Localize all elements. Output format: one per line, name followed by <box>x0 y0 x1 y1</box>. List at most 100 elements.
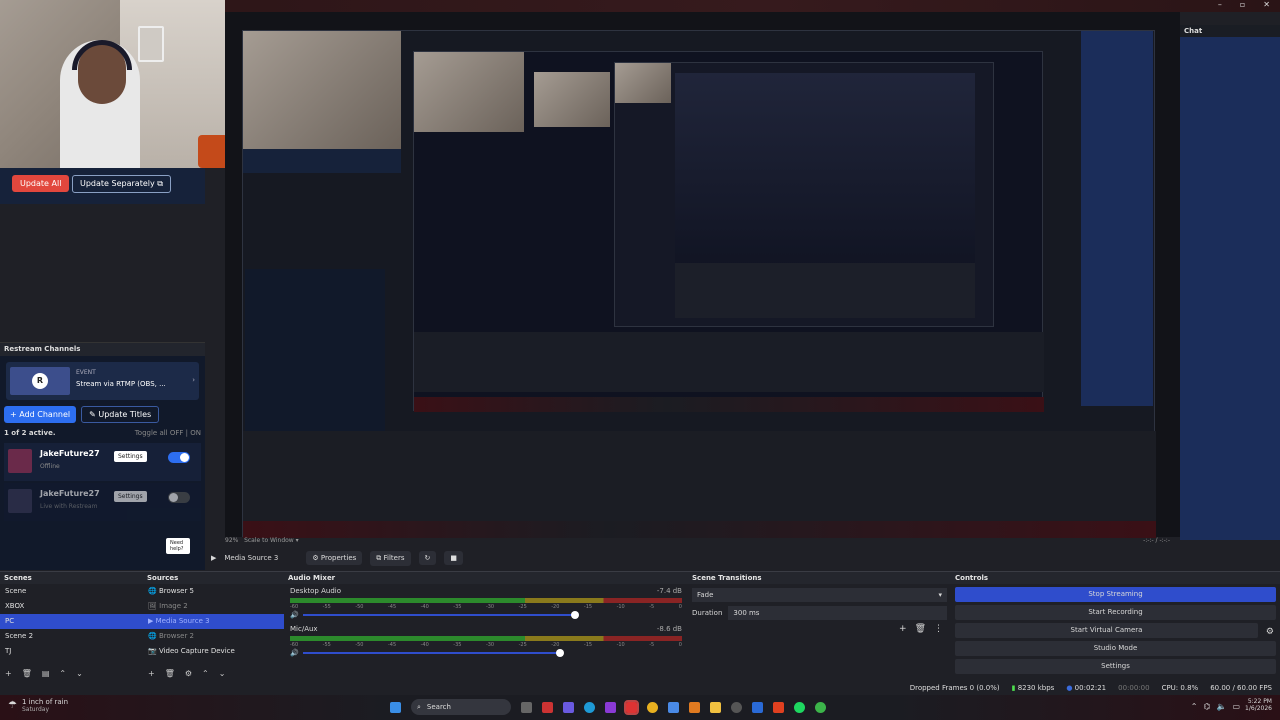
properties-button[interactable]: ⚙ Properties <box>306 551 363 565</box>
battery-icon[interactable]: ▭ <box>1232 702 1240 711</box>
volume-icon[interactable]: 🔈 <box>1216 702 1226 711</box>
app-icon[interactable] <box>605 701 616 713</box>
chevron-up-icon[interactable]: ⌃ <box>1191 702 1198 711</box>
source-item[interactable]: 🌐 Browser 2 <box>143 629 284 644</box>
settings-button[interactable]: Settings <box>955 659 1276 674</box>
update-titles-button[interactable]: ✎ Update Titles <box>81 406 160 423</box>
gear-icon[interactable]: ⚙ <box>185 669 192 678</box>
trash-icon[interactable]: 🗑 <box>165 669 175 678</box>
add-icon[interactable]: + <box>899 624 907 634</box>
task-view-icon[interactable] <box>521 701 532 713</box>
volume-slider[interactable] <box>302 649 564 657</box>
audio-ticks: -60 -55 -50 -45 -40 -35 -30 -25 -20 -15 -10 -5 0 <box>290 604 682 610</box>
app-icon[interactable] <box>563 701 574 713</box>
preview-canvas[interactable] <box>225 12 1233 538</box>
app-icon[interactable] <box>752 701 763 713</box>
app-icon[interactable] <box>668 701 679 713</box>
app-icon[interactable] <box>542 701 553 713</box>
maximize-button[interactable]: ▫ <box>1240 0 1245 9</box>
scene-item[interactable]: Scene 2 <box>0 629 143 644</box>
down-icon[interactable]: ⌄ <box>76 669 83 678</box>
chevron-down-icon: ▾ <box>938 591 942 599</box>
transitions-title: Scene Transitions <box>688 572 951 584</box>
speaker-icon[interactable]: 🔊 <box>290 611 299 619</box>
filters-button[interactable]: ⧉ Filters <box>370 550 411 566</box>
app-icon[interactable] <box>773 701 784 713</box>
restart-icon[interactable]: ↻ <box>418 551 437 565</box>
update-separately-button[interactable]: Update Separately ⧉ <box>72 175 171 193</box>
source-item[interactable]: 🌐 Browser 5 <box>143 584 284 599</box>
toggle-on[interactable]: ON <box>190 429 201 437</box>
stream-time: ● 00:02:21 <box>1066 684 1107 692</box>
rain-icon: ☂ <box>8 700 17 711</box>
cpu-usage: CPU: 0.8% <box>1161 684 1199 692</box>
help-button[interactable]: Need help? <box>166 538 190 554</box>
channel-toggle[interactable] <box>168 492 190 503</box>
channel-toggle[interactable] <box>168 452 190 463</box>
chat-panel <box>1180 25 1280 540</box>
volume-slider[interactable] <box>302 611 579 619</box>
restream-panel: Restream Channels R EVENT Stream via RTM… <box>0 342 205 570</box>
toggle-off[interactable]: OFF <box>170 429 184 437</box>
play-icon[interactable]: ▶ <box>211 554 216 562</box>
scale-mode[interactable]: Scale to Window <box>244 537 294 544</box>
add-channel-button[interactable]: + Add Channel <box>4 406 77 423</box>
minimize-button[interactable]: – <box>1218 0 1222 9</box>
controls-title: Controls <box>951 572 1280 584</box>
source-item[interactable]: 📷 Video Capture Device <box>143 644 284 659</box>
down-icon[interactable]: ⌄ <box>219 669 226 678</box>
studio-mode-button[interactable]: Studio Mode <box>955 641 1276 656</box>
spotify-icon[interactable] <box>794 701 805 713</box>
close-button[interactable]: ✕ <box>1263 0 1270 9</box>
transition-select[interactable]: Fade ▾ <box>692 588 947 602</box>
up-icon[interactable]: ⌃ <box>202 669 209 678</box>
up-icon[interactable]: ⌃ <box>59 669 66 678</box>
source-item[interactable]: ▶ Media Source 3 <box>143 614 284 629</box>
transitions-dock: Scene Transitions Fade ▾ Duration 300 ms … <box>688 571 951 681</box>
gear-icon[interactable]: ⚙ <box>1266 627 1274 637</box>
event-thumbnail: R <box>10 367 70 395</box>
scene-item[interactable]: XBOX <box>0 599 143 614</box>
update-bar: Update All Update Separately ⧉ <box>0 168 205 204</box>
duration-input[interactable]: 300 ms <box>728 606 947 620</box>
channel-settings-button[interactable]: Settings <box>114 491 147 502</box>
start-virtual-camera-button[interactable]: Start Virtual Camera <box>955 623 1258 638</box>
chevron-right-icon: › <box>192 376 195 384</box>
zoom-level[interactable]: 92% <box>225 537 238 544</box>
chat-title: Chat <box>1180 25 1280 37</box>
clock[interactable]: 5:22 PM 1/6/2026 <box>1245 698 1272 712</box>
audio-db: -8.6 dB <box>656 625 682 633</box>
filter-icon[interactable]: ▤ <box>42 669 50 678</box>
app-icon[interactable] <box>624 699 639 715</box>
media-time: -:-:- / -:-:- <box>1143 537 1170 544</box>
scene-item[interactable]: TJ <box>0 644 143 659</box>
taskbar-search[interactable]: ⌕ Search <box>411 699 511 715</box>
update-all-button[interactable]: Update All <box>12 175 70 192</box>
stop-icon[interactable]: ■ <box>444 551 463 565</box>
add-icon[interactable]: + <box>148 669 155 678</box>
trash-icon[interactable]: 🗑 <box>22 669 32 678</box>
obs-icon[interactable] <box>731 701 742 713</box>
edge-icon[interactable] <box>584 701 595 713</box>
weather-widget[interactable]: ☂ 1 inch of rain Saturday <box>8 698 68 713</box>
chrome-icon[interactable] <box>647 701 658 713</box>
trash-icon[interactable]: 🗑 <box>915 624 926 634</box>
windows-start-icon[interactable] <box>390 701 401 713</box>
scene-item[interactable]: Scene <box>0 584 143 599</box>
app-icon[interactable] <box>815 701 826 713</box>
stop-streaming-button[interactable]: Stop Streaming <box>955 587 1276 602</box>
system-tray: ⌃ ⌬ 🔈 ▭ <box>1191 702 1240 711</box>
event-card[interactable]: R EVENT Stream via RTMP (OBS, ... › <box>6 362 199 400</box>
start-recording-button[interactable]: Start Recording <box>955 605 1276 620</box>
restream-actions: + Add Channel ✎ Update Titles <box>4 406 201 423</box>
more-icon[interactable]: ⋮ <box>934 624 943 634</box>
app-icon[interactable] <box>689 701 700 713</box>
scene-item[interactable]: PC <box>0 614 143 629</box>
channel-settings-button[interactable]: Settings <box>114 451 147 462</box>
toggle-all-label[interactable]: Toggle all <box>135 429 168 437</box>
speaker-icon[interactable]: 🔊 <box>290 649 299 657</box>
network-icon[interactable]: ⌬ <box>1203 702 1210 711</box>
source-item[interactable]: 🖼 Image 2 <box>143 599 284 614</box>
add-icon[interactable]: + <box>5 669 12 678</box>
folder-icon[interactable] <box>710 701 721 713</box>
